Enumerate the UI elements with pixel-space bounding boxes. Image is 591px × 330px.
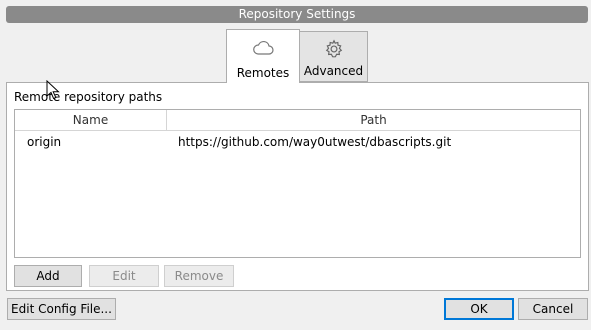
dialog-title-bar: Repository Settings xyxy=(6,6,588,23)
remotes-table[interactable]: Name Path origin https://github.com/way0… xyxy=(14,109,581,258)
cloud-icon xyxy=(253,40,274,55)
remove-button[interactable]: Remove xyxy=(164,265,234,287)
column-header-path[interactable]: Path xyxy=(167,110,580,130)
mouse-pointer-icon xyxy=(46,80,60,100)
remotes-panel: Remote repository paths Name Path origin… xyxy=(6,82,589,291)
column-header-name[interactable]: Name xyxy=(15,110,167,130)
edit-button[interactable]: Edit xyxy=(89,265,159,287)
edit-config-file-button[interactable]: Edit Config File... xyxy=(7,298,116,320)
gear-icon xyxy=(325,39,342,58)
remote-path-cell: https://github.com/way0utwest/dbascripts… xyxy=(178,135,452,149)
table-row[interactable]: origin https://github.com/way0utwest/dba… xyxy=(15,132,580,152)
section-title: Remote repository paths xyxy=(14,90,163,104)
tab-remotes[interactable]: Remotes xyxy=(226,29,300,83)
tab-advanced[interactable]: Advanced xyxy=(299,31,368,82)
ok-button[interactable]: OK xyxy=(444,298,514,320)
dialog-title: Repository Settings xyxy=(238,7,356,21)
remote-name-cell: origin xyxy=(27,135,62,149)
tab-advanced-label: Advanced xyxy=(303,64,364,78)
tab-remotes-label: Remotes xyxy=(236,66,290,80)
table-header: Name Path xyxy=(15,110,580,131)
add-button[interactable]: Add xyxy=(14,265,82,287)
cancel-button[interactable]: Cancel xyxy=(518,298,588,320)
